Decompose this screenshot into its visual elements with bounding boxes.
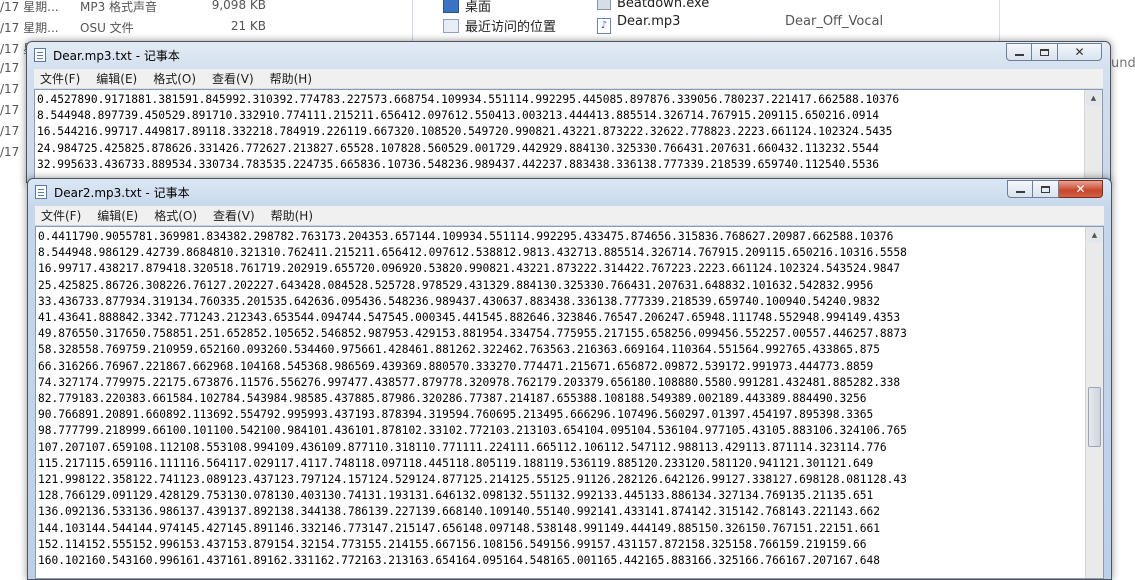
file-name: Beatdown.exe xyxy=(617,0,710,11)
notepad-window-dear: Dear.mp3.txt - 记事本 ✕ 文件(F) 编辑(E) 格式(O) 查… xyxy=(26,41,1111,183)
file-date: /17 xyxy=(0,145,20,159)
minimize-button[interactable] xyxy=(1007,180,1033,198)
music-file-icon: ♪ xyxy=(597,18,611,34)
maximize-button[interactable] xyxy=(1033,180,1059,198)
maximize-icon xyxy=(1041,185,1050,193)
close-button[interactable]: ✕ xyxy=(1059,180,1103,198)
minimize-icon xyxy=(1015,191,1025,193)
minimize-icon xyxy=(1014,54,1024,56)
window-title: Dear.mp3.txt - 记事本 xyxy=(53,49,180,63)
nav-recent-label: 最近访问的位置 xyxy=(465,20,557,35)
file-row[interactable]: ♪ Dear.mp3 Dear_Off_Vocal xyxy=(597,14,883,34)
text-editor[interactable]: 0.4527890.9171881.381591.845992.310392.7… xyxy=(34,89,1103,182)
menu-view[interactable]: 查看(V) xyxy=(212,70,254,87)
notepad-window-dear2: Dear2.mp3.txt - 记事本 ✕ 文件(F) 编辑(E) 格式(O) … xyxy=(27,178,1112,580)
file-date: /17 xyxy=(0,124,20,138)
recent-places-icon xyxy=(443,19,459,33)
scroll-up-icon[interactable]: ▲ xyxy=(1087,227,1102,243)
menu-bar: 文件(F) 编辑(E) 格式(O) 查看(V) 帮助(H) xyxy=(35,206,1104,225)
menu-format[interactable]: 格式(O) xyxy=(154,207,197,224)
window-title: Dear2.mp3.txt - 记事本 xyxy=(54,186,190,200)
notepad-icon xyxy=(34,48,46,62)
column-fragment: und xyxy=(1111,56,1135,71)
menu-file[interactable]: 文件(F) xyxy=(40,70,80,87)
notepad-icon xyxy=(35,185,47,199)
title-bar[interactable]: Dear.mp3.txt - 记事本 ✕ xyxy=(27,42,1110,68)
file-size: 9,098 KB xyxy=(211,0,266,12)
vertical-scrollbar[interactable]: ▲ xyxy=(1084,90,1102,181)
menu-bar: 文件(F) 编辑(E) 格式(O) 查看(V) 帮助(H) xyxy=(34,69,1103,88)
close-icon: ✕ xyxy=(1075,182,1086,196)
file-date: /17 星期... xyxy=(0,21,59,35)
menu-format[interactable]: 格式(O) xyxy=(153,70,196,87)
file-row[interactable]: Beatdown.exe xyxy=(597,0,709,11)
nav-recent-places[interactable]: 最近访问的位置 xyxy=(443,16,556,35)
file-date: /17 xyxy=(0,82,20,96)
maximize-icon xyxy=(1040,48,1049,56)
file-detail-row[interactable]: /17 星期... MP3 格式声音 9,098 KB xyxy=(0,0,410,16)
editor-content[interactable]: 0.4527890.9171881.381591.845992.310392.7… xyxy=(37,92,1084,173)
menu-view[interactable]: 查看(V) xyxy=(213,207,255,224)
close-button[interactable]: ✕ xyxy=(1058,43,1102,61)
file-date: /17 xyxy=(0,103,20,117)
exe-icon xyxy=(597,0,611,10)
nav-desktop-label: 桌面 xyxy=(465,0,492,15)
minimize-button[interactable] xyxy=(1006,43,1032,61)
editor-content[interactable]: 0.4411790.9055781.369981.834382.298782.7… xyxy=(38,229,1085,569)
file-name: Dear.mp3 xyxy=(617,14,681,29)
menu-help[interactable]: 帮助(H) xyxy=(270,70,312,87)
desktop-icon xyxy=(443,0,459,13)
file-type: MP3 格式声音 xyxy=(80,0,158,14)
file-tag: Dear_Off_Vocal xyxy=(785,14,884,29)
file-detail-row[interactable]: /17 星期... OSU 文件 21 KB xyxy=(0,15,410,37)
menu-edit[interactable]: 编辑(E) xyxy=(96,70,137,87)
menu-help[interactable]: 帮助(H) xyxy=(271,207,313,224)
file-date: /17 xyxy=(0,61,20,75)
title-bar[interactable]: Dear2.mp3.txt - 记事本 ✕ xyxy=(28,179,1111,205)
vertical-scrollbar[interactable]: ▲ xyxy=(1085,227,1103,578)
maximize-button[interactable] xyxy=(1032,43,1058,61)
file-type: OSU 文件 xyxy=(80,21,134,35)
file-date: /17 星期... xyxy=(0,0,59,14)
nav-desktop[interactable]: 桌面 xyxy=(443,0,491,15)
scrollbar-thumb[interactable] xyxy=(1088,387,1101,447)
menu-file[interactable]: 文件(F) xyxy=(41,207,81,224)
text-editor[interactable]: 0.4411790.9055781.369981.834382.298782.7… xyxy=(35,226,1104,579)
close-icon: ✕ xyxy=(1074,45,1085,59)
scroll-up-icon[interactable]: ▲ xyxy=(1086,90,1101,106)
file-size: 21 KB xyxy=(230,19,266,33)
menu-edit[interactable]: 编辑(E) xyxy=(97,207,138,224)
